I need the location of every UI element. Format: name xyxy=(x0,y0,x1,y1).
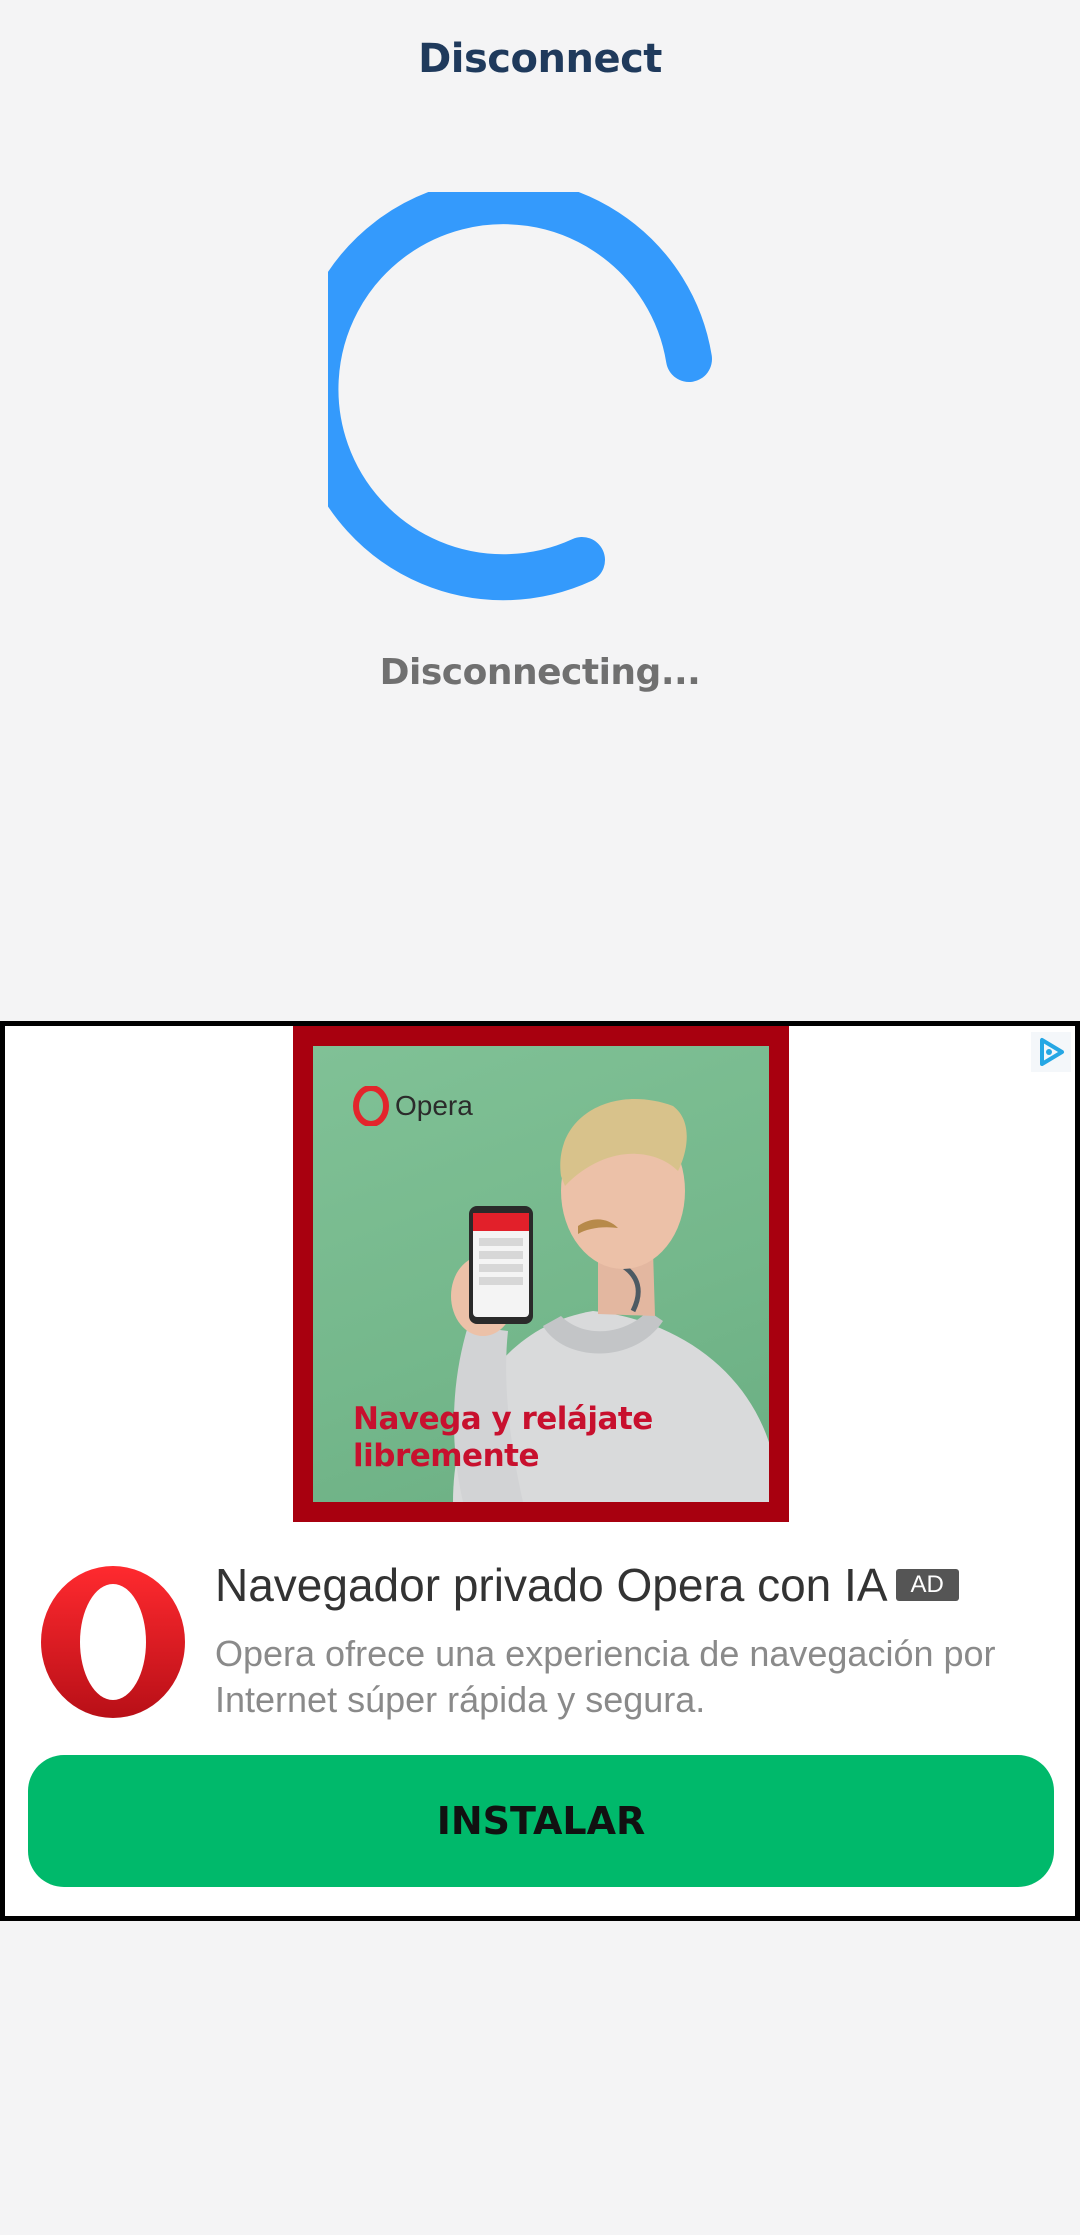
ad-title[interactable]: Navegador privado Opera con IA AD xyxy=(215,1558,959,1612)
opera-logo-icon xyxy=(41,1566,185,1718)
ad-choices-icon[interactable] xyxy=(1031,1032,1071,1072)
opera-small-logo-icon xyxy=(353,1086,389,1126)
banner-brand-text: Opera xyxy=(395,1090,473,1121)
loading-spinner xyxy=(328,192,712,601)
ad-description: Opera ofrece una experiencia de navegaci… xyxy=(215,1633,996,1720)
banner-opera-logo: Opera xyxy=(353,1086,473,1126)
ad-badge: AD xyxy=(895,1569,959,1601)
ad-title-text: Navegador privado Opera con IA xyxy=(215,1559,888,1611)
ad-container: Opera Navega y relájate libremente Naveg… xyxy=(0,1021,1080,1921)
banner-headline: Navega y relájate libremente xyxy=(353,1401,653,1474)
install-button[interactable]: INSTALAR xyxy=(28,1755,1054,1887)
connection-status-text: Disconnecting... xyxy=(379,652,701,693)
ad-banner-photo: Opera Navega y relájate libremente xyxy=(313,1046,769,1502)
ad-banner-image[interactable]: Opera Navega y relájate libremente xyxy=(293,1026,789,1522)
page-title: Disconnect xyxy=(418,36,662,82)
